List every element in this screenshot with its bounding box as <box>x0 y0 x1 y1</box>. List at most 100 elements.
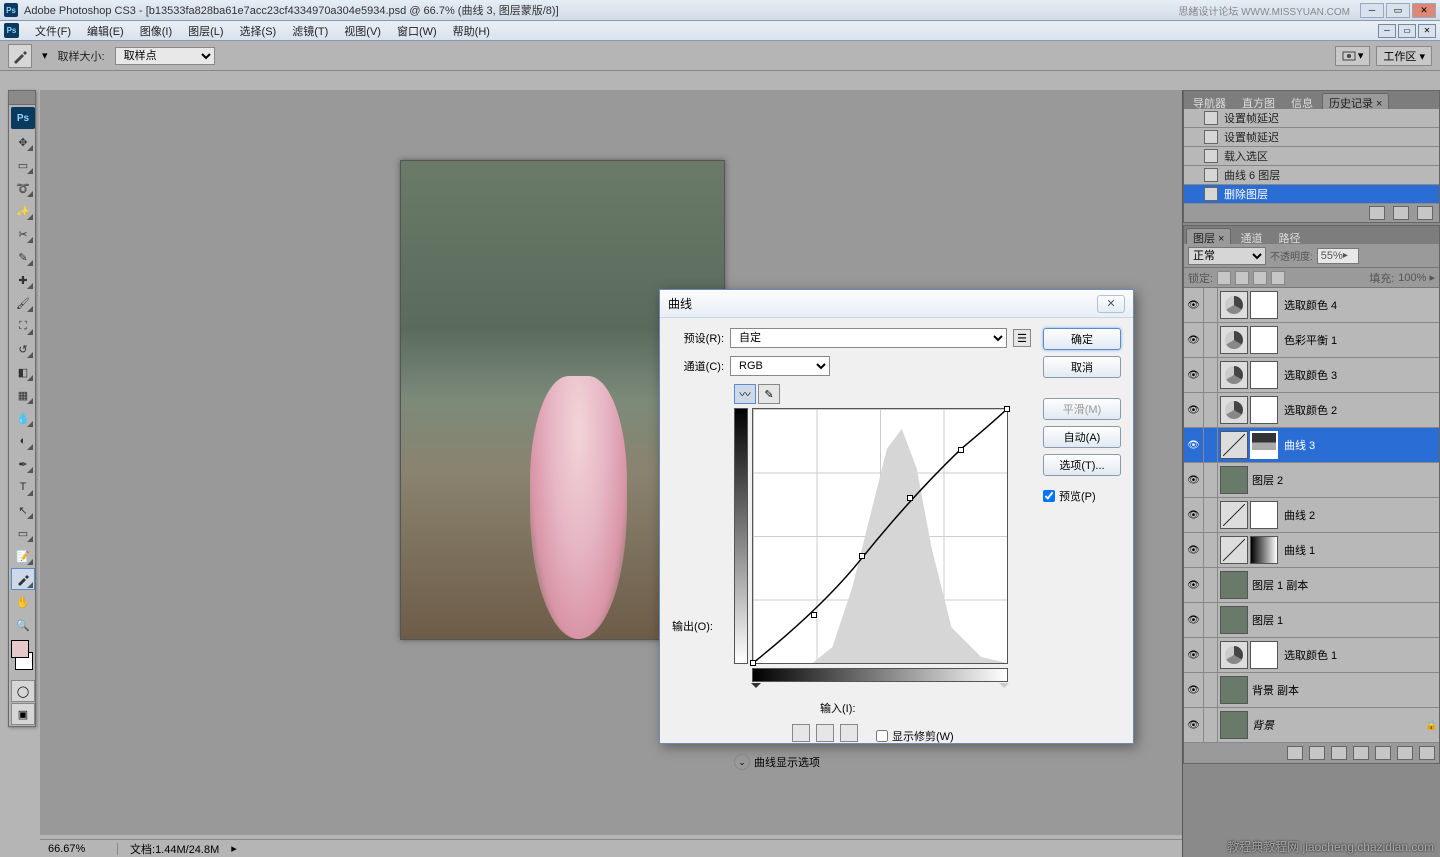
hand-tool[interactable]: ✋ <box>11 591 35 613</box>
history-row[interactable]: 曲线 6 图层 <box>1184 166 1439 185</box>
tab-navigator[interactable]: 导航器 <box>1186 93 1233 109</box>
link-cell[interactable] <box>1204 533 1218 567</box>
visibility-toggle[interactable] <box>1184 673 1204 707</box>
history-row[interactable]: 设置帧延迟 <box>1184 128 1439 147</box>
layer-mask-thumb[interactable] <box>1250 396 1278 424</box>
window-minimize-button[interactable]: ─ <box>1360 3 1384 18</box>
status-menu-icon[interactable]: ▸ <box>231 842 237 855</box>
lock-all-icon[interactable] <box>1253 271 1267 285</box>
history-row[interactable]: 设置帧延迟 <box>1184 109 1439 128</box>
layer-mask-thumb[interactable] <box>1250 361 1278 389</box>
toolbox-grip[interactable] <box>9 91 35 105</box>
input-gradient[interactable] <box>752 668 1008 682</box>
layer-name[interactable]: 图层 1 <box>1250 612 1439 628</box>
menu-select[interactable]: 选择(S) <box>232 21 285 41</box>
tab-layers[interactable]: 图层 × <box>1186 228 1231 244</box>
layer-group-button[interactable] <box>1375 746 1391 760</box>
crop-tool[interactable]: ✂ <box>11 223 35 245</box>
layer-thumb[interactable] <box>1220 606 1248 634</box>
link-cell[interactable] <box>1204 673 1218 707</box>
history-trash-button[interactable] <box>1417 206 1433 220</box>
layer-name[interactable]: 背景 副本 <box>1250 682 1439 698</box>
link-cell[interactable] <box>1204 428 1218 462</box>
layer-mask-thumb[interactable] <box>1250 641 1278 669</box>
layer-thumb[interactable] <box>1220 571 1248 599</box>
tab-channels[interactable]: 通道 <box>1233 228 1269 244</box>
layer-mask-thumb[interactable] <box>1250 291 1278 319</box>
doc-restore-button[interactable]: ▭ <box>1398 24 1416 38</box>
app-menu-icon[interactable]: Ps <box>4 23 19 38</box>
visibility-toggle[interactable] <box>1184 323 1204 357</box>
heal-tool[interactable]: ✚ <box>11 269 35 291</box>
bridge-button[interactable]: ▾ <box>1335 46 1371 66</box>
layer-thumb[interactable] <box>1220 326 1248 354</box>
move-tool[interactable]: ✥ <box>11 131 35 153</box>
auto-button[interactable]: 自动(A) <box>1043 426 1121 448</box>
layer-row[interactable]: 图层 2 <box>1184 463 1439 498</box>
window-close-button[interactable]: ✕ <box>1412 3 1436 18</box>
blend-mode-select[interactable]: 正常 <box>1188 247 1266 265</box>
history-brush-tool[interactable]: ↺ <box>11 338 35 360</box>
curves-dialog[interactable]: 曲线 ✕ 预设(R): 自定 ☰ 通道(C): RGB 〰 ✎ <box>659 289 1134 744</box>
white-point-handle[interactable] <box>999 683 1009 693</box>
fill-input[interactable]: 100% ▸ <box>1398 271 1435 284</box>
tab-histogram[interactable]: 直方图 <box>1235 93 1282 109</box>
menu-view[interactable]: 视图(V) <box>336 21 389 41</box>
history-row[interactable]: 载入选区 <box>1184 147 1439 166</box>
layer-name[interactable]: 曲线 3 <box>1282 437 1439 453</box>
notes-tool[interactable]: 📝 <box>11 545 35 567</box>
layer-name[interactable]: 色彩平衡 1 <box>1282 332 1439 348</box>
stamp-tool[interactable]: ⛶ <box>11 315 35 337</box>
layer-name[interactable]: 图层 2 <box>1250 472 1439 488</box>
preset-menu-button[interactable]: ☰ <box>1013 329 1031 347</box>
visibility-toggle[interactable] <box>1184 533 1204 567</box>
doc-size-label[interactable]: 文档:1.44M/24.8M <box>130 841 219 857</box>
link-cell[interactable] <box>1204 638 1218 672</box>
type-tool[interactable]: T <box>11 476 35 498</box>
dialog-titlebar[interactable]: 曲线 ✕ <box>660 290 1133 318</box>
dropdown-handle-icon[interactable]: ▾ <box>42 49 48 62</box>
layer-name[interactable]: 选取颜色 1 <box>1282 647 1439 663</box>
smooth-button[interactable]: 平滑(M) <box>1043 398 1121 420</box>
layer-name[interactable]: 图层 1 副本 <box>1250 577 1439 593</box>
tab-paths[interactable]: 路径 <box>1271 228 1307 244</box>
blur-tool[interactable]: 💧 <box>11 407 35 429</box>
visibility-toggle[interactable] <box>1184 638 1204 672</box>
eraser-tool[interactable]: ◧ <box>11 361 35 383</box>
doc-minimize-button[interactable]: ─ <box>1378 24 1396 38</box>
layer-thumb[interactable] <box>1220 641 1248 669</box>
link-cell[interactable] <box>1204 603 1218 637</box>
menu-edit[interactable]: 编辑(E) <box>79 21 132 41</box>
curve-mode-spline[interactable]: 〰 <box>734 384 756 404</box>
link-cell[interactable] <box>1204 498 1218 532</box>
layer-mask-thumb[interactable] <box>1250 431 1278 459</box>
layer-row[interactable]: 背景 副本 <box>1184 673 1439 708</box>
visibility-toggle[interactable] <box>1184 393 1204 427</box>
layer-thumb[interactable] <box>1220 536 1248 564</box>
ok-button[interactable]: 确定 <box>1043 328 1121 350</box>
cancel-button[interactable]: 取消 <box>1043 356 1121 378</box>
menu-filter[interactable]: 滤镜(T) <box>284 21 336 41</box>
layer-mask-thumb[interactable] <box>1250 326 1278 354</box>
layer-thumb[interactable] <box>1220 361 1248 389</box>
gray-eyedropper[interactable] <box>816 724 834 742</box>
menu-window[interactable]: 窗口(W) <box>389 21 445 41</box>
curve-mode-pencil[interactable]: ✎ <box>758 384 780 404</box>
visibility-toggle[interactable] <box>1184 288 1204 322</box>
layer-name[interactable]: 选取颜色 4 <box>1282 297 1439 313</box>
zoom-tool[interactable]: 🔍 <box>11 614 35 636</box>
visibility-toggle[interactable] <box>1184 428 1204 462</box>
layer-row[interactable]: 选取颜色 1 <box>1184 638 1439 673</box>
foreground-color-swatch[interactable] <box>11 640 29 658</box>
layer-mask-button[interactable] <box>1331 746 1347 760</box>
eyedropper-tool[interactable] <box>11 568 35 590</box>
options-button[interactable]: 选项(T)... <box>1043 454 1121 476</box>
visibility-toggle[interactable] <box>1184 358 1204 392</box>
link-cell[interactable] <box>1204 393 1218 427</box>
gradient-tool[interactable]: ▦ <box>11 384 35 406</box>
visibility-toggle[interactable] <box>1184 498 1204 532</box>
visibility-toggle[interactable] <box>1184 708 1204 742</box>
layer-thumb[interactable] <box>1220 501 1248 529</box>
link-cell[interactable] <box>1204 323 1218 357</box>
menu-layer[interactable]: 图层(L) <box>180 21 231 41</box>
